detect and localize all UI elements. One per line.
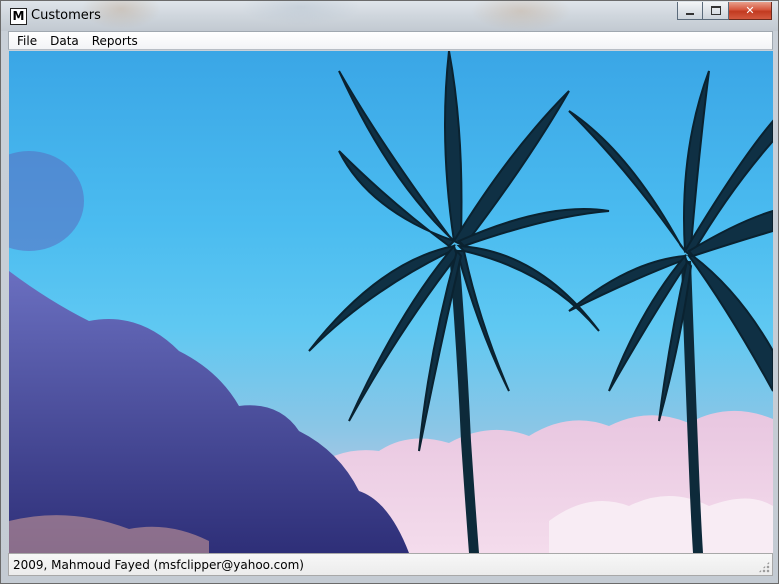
status-text: 2009, Mahmoud Fayed (msfclipper@yahoo.co… xyxy=(13,558,304,572)
maximize-button[interactable] xyxy=(703,2,729,20)
resize-grip-icon[interactable] xyxy=(758,561,770,573)
menu-file[interactable]: File xyxy=(12,34,42,48)
close-button[interactable]: ✕ xyxy=(729,2,772,20)
cloud-bright xyxy=(549,496,773,553)
menu-bar: File Data Reports xyxy=(8,31,773,50)
menu-reports[interactable]: Reports xyxy=(87,34,143,48)
minimize-icon xyxy=(686,12,694,15)
maximize-icon xyxy=(710,6,721,15)
palm-trees-scene xyxy=(9,51,773,553)
close-icon: ✕ xyxy=(745,5,755,17)
background-image xyxy=(9,51,773,553)
app-window: M Customers ✕ File Data Reports 2009, Ma… xyxy=(0,0,779,584)
cloud-upper-left xyxy=(9,151,84,251)
status-bar: 2009, Mahmoud Fayed (msfclipper@yahoo.co… xyxy=(8,553,773,576)
window-title: Customers xyxy=(31,8,101,23)
title-bar-background xyxy=(1,1,778,31)
window-controls: ✕ xyxy=(677,2,772,21)
title-bar[interactable]: M Customers ✕ xyxy=(1,1,778,31)
menu-data[interactable]: Data xyxy=(45,34,84,48)
palm-fronds-right xyxy=(568,70,773,422)
app-icon[interactable]: M xyxy=(10,8,27,25)
minimize-button[interactable] xyxy=(677,2,703,20)
